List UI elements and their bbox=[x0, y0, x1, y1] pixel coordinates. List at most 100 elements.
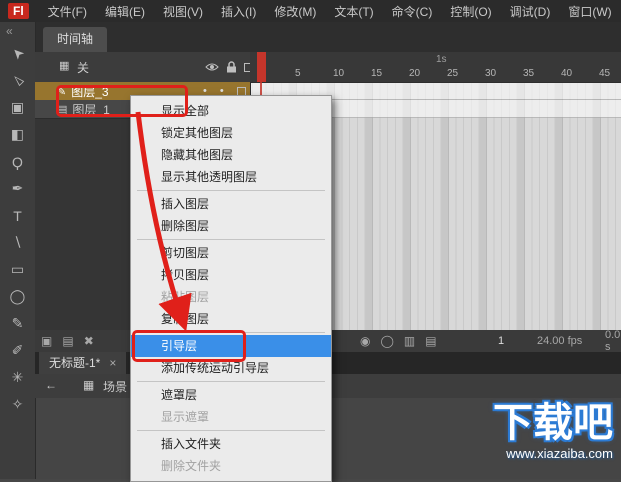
menu-separator bbox=[137, 239, 325, 240]
menu-item-delete-layer[interactable]: 删除图层 bbox=[131, 215, 331, 237]
menu-commands[interactable]: 命令(C) bbox=[383, 3, 442, 20]
paint-bucket-tool[interactable]: ◧ bbox=[0, 121, 35, 148]
flash-app-window: Fl 文件(F) 编辑(E) 视图(V) 插入(I) 修改(M) 文本(T) 命… bbox=[0, 0, 621, 482]
rectangle-tool-icon: ▭ bbox=[10, 261, 25, 277]
visibility-column-icon[interactable] bbox=[205, 61, 219, 76]
menu-insert[interactable]: 插入(I) bbox=[212, 3, 265, 20]
selection-tool[interactable]: ➤ bbox=[0, 40, 35, 67]
pen-tool[interactable]: ✒ bbox=[0, 175, 35, 202]
eyedropper-tool-icon: ✧ bbox=[11, 396, 24, 412]
current-frame: 1 bbox=[498, 335, 505, 347]
menu-item-cut-layers[interactable]: 剪切图层 bbox=[131, 242, 331, 264]
menu-item-lock-others[interactable]: 锁定其他图层 bbox=[131, 122, 331, 144]
menu-debug[interactable]: 调试(D) bbox=[501, 3, 560, 20]
menu-item-show-others-transparent[interactable]: 显示其他透明图层 bbox=[131, 166, 331, 188]
new-folder-button[interactable]: ▤ bbox=[62, 334, 73, 348]
brush-tool[interactable]: ✐ bbox=[0, 337, 35, 364]
timeline-ruler[interactable]: 1s 5 10 15 20 25 30 35 40 45 bbox=[250, 52, 621, 83]
menu-item-show-all[interactable]: 显示全部 bbox=[131, 100, 331, 122]
pencil-tool[interactable]: ✎ bbox=[0, 310, 35, 337]
paint-bucket-tool-icon: ◧ bbox=[10, 126, 25, 142]
deco-tool-icon: ✳ bbox=[11, 369, 24, 385]
menu-item-insert-layer[interactable]: 插入图层 bbox=[131, 193, 331, 215]
timeline-tab-bar: 时间轴 bbox=[35, 22, 621, 52]
delete-layer-button[interactable]: ✖ bbox=[84, 334, 94, 348]
menu-item-mask-layer[interactable]: 遮罩层 bbox=[131, 384, 331, 406]
menubar: Fl 文件(F) 编辑(E) 视图(V) 插入(I) 修改(M) 文本(T) 命… bbox=[0, 0, 621, 22]
menu-item-duplicate-layers[interactable]: 复制图层 bbox=[131, 308, 331, 330]
frame-rate[interactable]: 24.00 fps bbox=[537, 335, 582, 347]
layer-type-icon: ▦ bbox=[59, 60, 70, 72]
free-transform-tool[interactable]: ▣ bbox=[0, 94, 35, 121]
ruler-tick: 15 bbox=[371, 68, 383, 79]
menu-window[interactable]: 窗口(W) bbox=[559, 3, 620, 20]
brush-tool-icon: ✐ bbox=[11, 342, 24, 358]
pen-tool-icon: ✒ bbox=[11, 180, 24, 196]
document-tab-title: 无标题-1* bbox=[49, 356, 101, 370]
ruler-second-label: 1s bbox=[436, 54, 447, 65]
scene-label[interactable]: 场景 bbox=[103, 378, 127, 395]
new-layer-button[interactable]: ▣ bbox=[41, 334, 52, 348]
layer-icon: ✎ bbox=[57, 85, 67, 98]
line-tool-icon: ∖ bbox=[13, 234, 22, 250]
pencil-tool-icon: ✎ bbox=[11, 315, 24, 331]
eyedropper-tool[interactable]: ✧ bbox=[0, 391, 35, 418]
oval-tool[interactable]: ◯ bbox=[0, 283, 35, 310]
layer-context-menu: 显示全部 锁定其他图层 隐藏其他图层 显示其他透明图层 插入图层 删除图层 剪切… bbox=[130, 95, 332, 482]
ruler-tick: 40 bbox=[561, 68, 573, 79]
onion-skin-outlines-button[interactable]: ◯ bbox=[380, 334, 393, 348]
layer-header-name: 关 bbox=[77, 61, 90, 75]
document-tab[interactable]: 无标题-1* × bbox=[39, 352, 127, 374]
menu-control[interactable]: 控制(O) bbox=[441, 3, 500, 20]
ruler-tick: 10 bbox=[333, 68, 345, 79]
onion-skin-button[interactable]: ◉ bbox=[360, 334, 370, 348]
text-tool[interactable]: T bbox=[0, 202, 35, 229]
menu-item-copy-layers[interactable]: 拷贝图层 bbox=[131, 264, 331, 286]
menu-view[interactable]: 视图(V) bbox=[154, 3, 212, 20]
menu-item-delete-folder: 删除文件夹 bbox=[161, 459, 222, 473]
edit-multiple-frames-button[interactable]: ▥ bbox=[404, 334, 415, 348]
tools-panel: « ➤ ▻ ▣ ◧ Ϙ ✒ T ∖ ▭ ◯ ✎ ✐ ✳ ✧ bbox=[0, 22, 36, 479]
collapse-panel-button[interactable]: « bbox=[0, 22, 35, 40]
modify-markers-button[interactable]: ▤ bbox=[425, 334, 436, 348]
lock-column-icon[interactable] bbox=[226, 61, 237, 76]
layer-icon: ▤ bbox=[57, 103, 68, 116]
menu-item-insert-folder[interactable]: 插入文件夹 bbox=[131, 433, 331, 455]
tab-timeline[interactable]: 时间轴 bbox=[43, 27, 108, 52]
ruler-tick: 30 bbox=[485, 68, 497, 79]
lasso-tool[interactable]: Ϙ bbox=[0, 148, 35, 175]
menu-item-guide-layer[interactable]: 引导层 bbox=[131, 335, 331, 357]
text-tool-icon: T bbox=[13, 207, 22, 224]
menu-separator bbox=[137, 381, 325, 382]
menu-item-add-classic-motion-guide[interactable]: 添加传统运动引导层 bbox=[131, 357, 331, 379]
line-tool[interactable]: ∖ bbox=[0, 229, 35, 256]
playhead-marker[interactable] bbox=[257, 52, 266, 82]
oval-tool-icon: ◯ bbox=[9, 288, 26, 304]
layer-panel-header: ▦ 关 bbox=[35, 52, 253, 83]
selection-tool-icon: ➤ bbox=[7, 44, 27, 64]
menu-separator bbox=[137, 190, 325, 191]
ruler-tick: 25 bbox=[447, 68, 459, 79]
deco-tool[interactable]: ✳ bbox=[0, 364, 35, 391]
back-arrow-icon[interactable]: ← bbox=[45, 378, 57, 392]
menu-item-paste-layers: 粘贴图层 bbox=[161, 290, 210, 304]
ruler-tick: 5 bbox=[295, 68, 301, 79]
ruler-tick: 35 bbox=[523, 68, 535, 79]
app-logo: Fl bbox=[8, 3, 29, 19]
subselection-tool[interactable]: ▻ bbox=[0, 67, 35, 94]
lasso-tool-icon: Ϙ bbox=[12, 153, 23, 170]
menu-modify[interactable]: 修改(M) bbox=[265, 3, 325, 20]
layer-name: 图层_1 bbox=[72, 102, 110, 117]
scene-icon: ▦ bbox=[83, 378, 95, 392]
rectangle-tool[interactable]: ▭ bbox=[0, 256, 35, 283]
layer-name: 图层_3 bbox=[71, 84, 109, 99]
close-document-icon[interactable]: × bbox=[109, 352, 116, 374]
menu-item-show-masking: 显示遮罩 bbox=[161, 410, 210, 424]
menu-text[interactable]: 文本(T) bbox=[325, 3, 382, 20]
menu-item-hide-others[interactable]: 隐藏其他图层 bbox=[131, 144, 331, 166]
ruler-tick: 45 bbox=[599, 68, 611, 79]
menu-edit[interactable]: 编辑(E) bbox=[96, 3, 154, 20]
menu-file[interactable]: 文件(F) bbox=[39, 3, 96, 20]
menu-separator bbox=[137, 332, 325, 333]
subselection-tool-icon: ▻ bbox=[7, 71, 27, 91]
